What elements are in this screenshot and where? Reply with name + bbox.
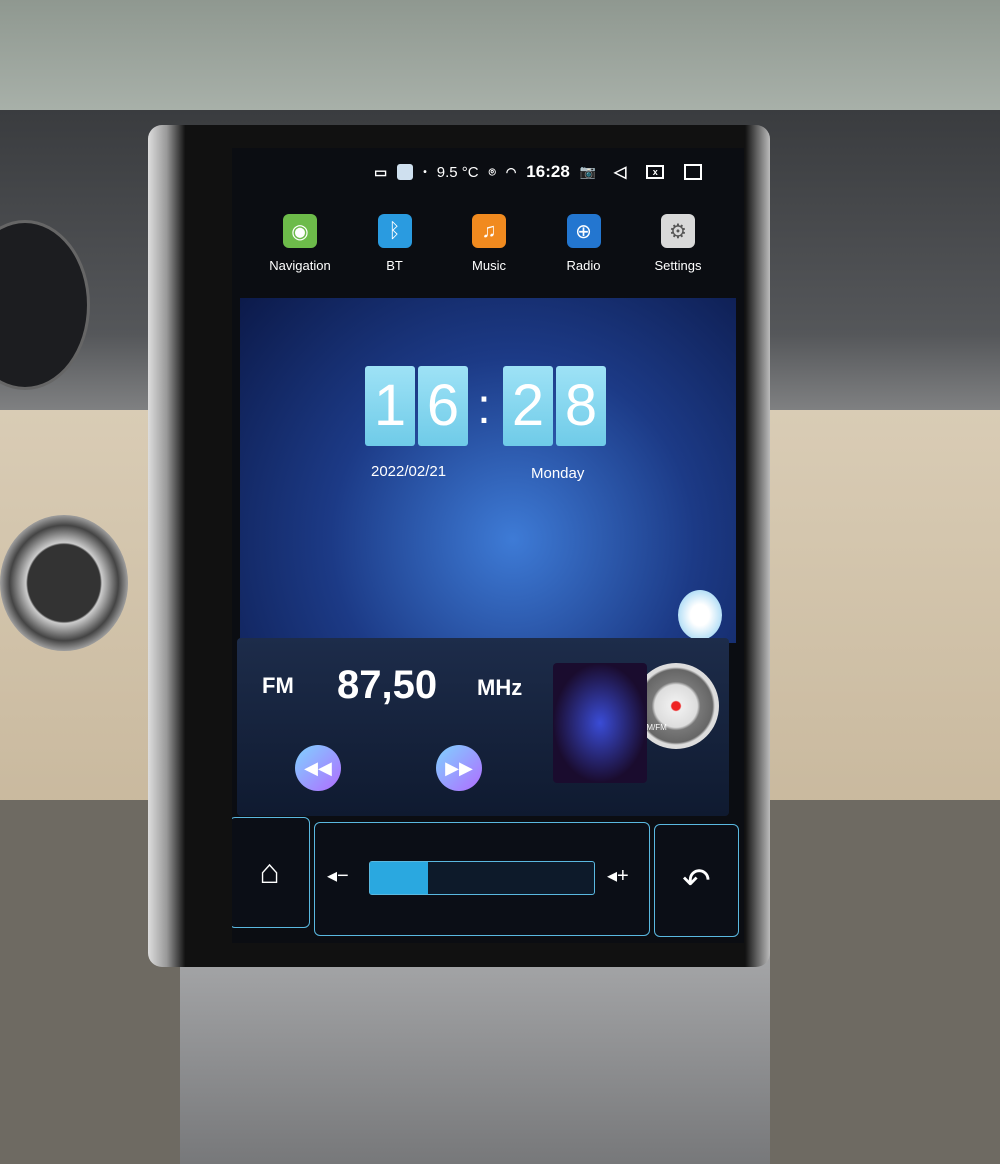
music-note-icon: ♫ — [472, 214, 506, 248]
clock-digit: 1 — [365, 366, 415, 446]
rewind-button[interactable]: ◀◀ — [295, 745, 341, 791]
app-notification-icon — [397, 164, 414, 180]
volume-slider[interactable] — [369, 861, 595, 895]
screen: ▭ • 9.5 °C ⌾ ◠ 16:28 📷 ◁ x ◉ Navigation ᛒ… — [232, 148, 744, 943]
app-label: Radio — [566, 258, 601, 273]
fast-forward-button[interactable]: ▶▶ — [436, 745, 482, 791]
home-button[interactable]: ⌂ — [232, 817, 310, 928]
radio-globe-icon: ⊕ — [566, 214, 601, 248]
rewind-icon: ◀◀ — [304, 758, 332, 778]
weekday: Monday — [531, 465, 585, 482]
screen-off-icon[interactable]: x — [646, 165, 665, 179]
app-music[interactable]: ♫ Music — [444, 214, 534, 273]
date: 2022/02/21 — [371, 463, 447, 480]
home-icon: ⌂ — [259, 853, 280, 891]
app-label: Navigation — [269, 258, 331, 273]
app-navigation[interactable]: ◉ Navigation — [255, 214, 345, 273]
clock-widget[interactable]: 1 6 : 2 8 2022/02/21 Monday — [240, 298, 736, 643]
volume-down-icon[interactable]: ◂− — [327, 863, 349, 888]
status-time: 16:28 — [526, 162, 570, 181]
radio-band: FM — [262, 673, 294, 698]
clock-separator: : — [477, 378, 491, 434]
album-art-headphones — [553, 663, 647, 783]
bluetooth-icon: ᛒ — [377, 214, 412, 248]
location-icon: ⌾ — [488, 164, 496, 179]
engine-start-button — [0, 515, 128, 651]
back-button[interactable]: ↶ — [654, 824, 739, 937]
status-bar: ▭ • 9.5 °C ⌾ ◠ 16:28 📷 ◁ x — [374, 160, 734, 184]
app-radio[interactable]: ⊕ Radio — [539, 214, 629, 273]
app-bar: ◉ Navigation ᛒ BT ♫ Music ⊕ Radio ⚙ Settings — [255, 214, 723, 273]
volume-panel: ◂− ◂+ — [314, 822, 650, 936]
map-pin-icon: ◉ — [283, 214, 317, 248]
radio-unit: MHz — [477, 675, 523, 700]
app-label: BT — [386, 258, 403, 273]
clock-digit: 6 — [418, 366, 468, 446]
back-arrow-icon: ↶ — [682, 861, 711, 900]
recent-apps-icon[interactable] — [684, 164, 703, 180]
dot-icon: • — [423, 166, 427, 178]
assistant-robot-icon[interactable] — [678, 590, 722, 640]
camera-icon[interactable]: 📷 — [580, 164, 596, 180]
clock-digit: 2 — [503, 366, 553, 446]
cast-icon: ▭ — [374, 163, 388, 180]
app-label: Settings — [654, 258, 702, 273]
fast-forward-icon: ▶▶ — [445, 758, 473, 778]
app-bt[interactable]: ᛒ BT — [350, 214, 440, 273]
gear-icon: ⚙ — [661, 214, 695, 248]
app-label: Music — [472, 258, 506, 273]
volume-fill — [370, 862, 429, 894]
clock-digit: 8 — [556, 366, 606, 446]
radio-widget[interactable]: FM 87,50 MHz ◀◀ ▶▶ AM/FM — [237, 638, 729, 816]
volume-up-icon[interactable]: ◂+ — [607, 863, 629, 888]
app-settings[interactable]: ⚙ Settings — [633, 214, 723, 273]
signal-icon: ◠ — [505, 165, 517, 179]
temperature: 9.5 °C — [436, 163, 479, 181]
center-console — [180, 940, 770, 1164]
radio-frequency: 87,50 — [337, 663, 438, 707]
volume-icon[interactable]: ◁ — [614, 162, 626, 182]
